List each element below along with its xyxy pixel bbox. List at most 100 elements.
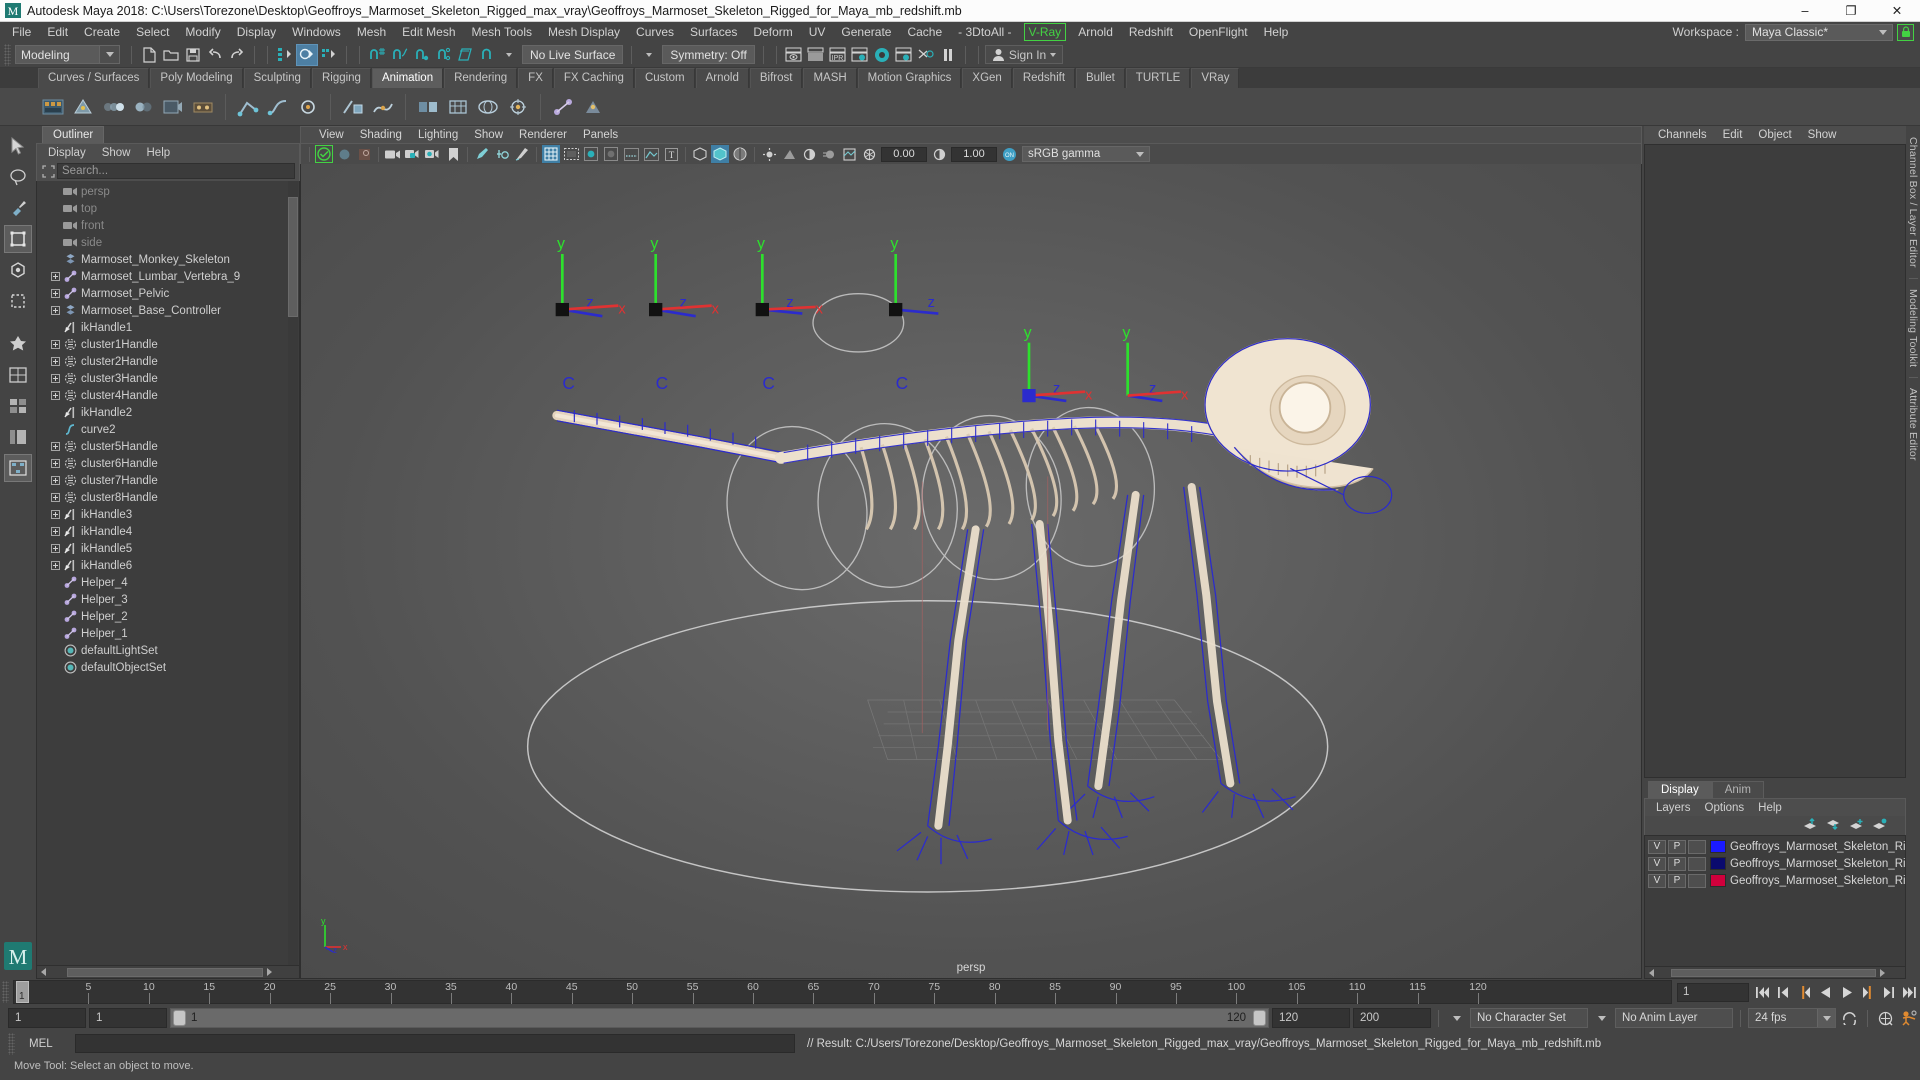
snap-to-view-planes-button[interactable] (454, 44, 476, 66)
wireframe-cube-icon[interactable] (691, 145, 709, 163)
outliner-item[interactable]: Helper_2 (37, 608, 299, 625)
character-set-field[interactable]: No Character Set (1470, 1008, 1588, 1028)
shelf-tab-xgen[interactable]: XGen (962, 68, 1012, 88)
render-setup-button[interactable] (893, 44, 915, 66)
channelbox-menu-edit[interactable]: Edit (1715, 128, 1751, 142)
outliner-hscroll-thumb[interactable] (67, 967, 263, 977)
outliner-tab[interactable]: Outliner (42, 126, 105, 143)
menu-modify[interactable]: Modify (177, 22, 228, 42)
minimize-button[interactable]: – (1782, 0, 1828, 21)
scroll-right-icon[interactable] (1876, 967, 1888, 978)
menu-arnold[interactable]: Arnold (1070, 22, 1121, 42)
gamma-value[interactable]: 1.00 (951, 146, 997, 162)
outliner-item[interactable]: cluster7Handle (37, 472, 299, 489)
side-tab-attribute-editor[interactable]: Attribute Editor (1907, 381, 1919, 468)
set-breakdown-key-icon[interactable] (71, 95, 95, 119)
last-tool-button[interactable] (4, 330, 32, 358)
selection-set-icon[interactable] (39, 163, 57, 179)
render-view-button[interactable] (783, 44, 805, 66)
expand-toggle-icon[interactable] (49, 525, 62, 538)
camera-settings-icon[interactable] (424, 145, 442, 163)
playblast-icon[interactable] (161, 95, 185, 119)
shadow-toggle-icon[interactable] (780, 145, 798, 163)
create-joint-icon[interactable] (551, 95, 575, 119)
script-language-label[interactable]: MEL (23, 1038, 71, 1050)
close-button[interactable]: ✕ (1874, 0, 1920, 21)
snap-to-point-button[interactable] (410, 44, 432, 66)
side-tab-modeling-toolkit[interactable]: Modeling Toolkit (1907, 282, 1919, 374)
outliner-search-input[interactable]: Search... (57, 163, 295, 179)
menu-select[interactable]: Select (128, 22, 177, 42)
layer-color-swatch[interactable] (1710, 857, 1726, 870)
outliner-menu-show[interactable]: Show (95, 146, 138, 160)
outliner-horizontal-scrollbar[interactable] (36, 966, 300, 979)
viewport-menu-renderer[interactable]: Renderer (511, 128, 575, 142)
snap-to-grid-button[interactable] (366, 44, 388, 66)
pause-render-button[interactable] (937, 44, 959, 66)
expand-toggle-icon[interactable] (49, 355, 62, 368)
undo-button[interactable] (204, 44, 226, 66)
select-by-component-button[interactable] (318, 44, 340, 66)
set-driven-key-icon[interactable] (341, 95, 365, 119)
shelf-tab-custom[interactable]: Custom (634, 68, 695, 88)
bake-animation-icon[interactable] (191, 95, 215, 119)
select-camera-icon[interactable] (315, 145, 333, 163)
layer-playback-toggle[interactable]: P (1668, 839, 1686, 854)
snap-to-projected-center-button[interactable] (432, 44, 454, 66)
gamma-icon[interactable] (930, 145, 948, 163)
menu-uv[interactable]: UV (801, 22, 834, 42)
previous-key-button[interactable] (1795, 983, 1814, 1002)
tab-display-layers[interactable]: Display (1648, 781, 1712, 798)
menu-create[interactable]: Create (76, 22, 128, 42)
shelf-tab-redshift[interactable]: Redshift (1012, 68, 1076, 88)
expand-toggle-icon[interactable] (49, 440, 62, 453)
auto-key-loop-button[interactable] (1840, 1009, 1859, 1028)
hypershade-button[interactable] (871, 44, 893, 66)
live-surface-field[interactable]: No Live Surface (522, 45, 624, 64)
expand-toggle-icon[interactable] (49, 474, 62, 487)
viewport-menu-lighting[interactable]: Lighting (410, 128, 466, 142)
hypergraph-layout-button[interactable] (4, 454, 32, 482)
side-tab-channel-box[interactable]: Channel Box / Layer Editor (1907, 130, 1919, 275)
layer-display-type-toggle[interactable] (1688, 856, 1706, 871)
outliner-item[interactable]: cluster1Handle (37, 336, 299, 353)
menu-display[interactable]: Display (229, 22, 284, 42)
expand-toggle-icon[interactable] (49, 559, 62, 572)
smooth-shade-cube-icon[interactable] (711, 145, 729, 163)
outliner-scroll-thumb[interactable] (288, 197, 298, 317)
shelf-tab-vray[interactable]: VRay (1191, 68, 1240, 88)
outliner-item[interactable]: Helper_1 (37, 625, 299, 642)
menu-generate[interactable]: Generate (833, 22, 899, 42)
ik-handle-tool-icon[interactable] (236, 95, 260, 119)
menu-cache[interactable]: Cache (899, 22, 950, 42)
workspace-lock-button[interactable] (1897, 23, 1914, 41)
shelf-tab-bullet[interactable]: Bullet (1076, 68, 1125, 88)
outliner-item[interactable]: top (37, 200, 299, 217)
menu-mesh-display[interactable]: Mesh Display (540, 22, 628, 42)
layer-visibility-toggle[interactable]: V (1648, 873, 1666, 888)
outliner-item[interactable]: ikHandle2 (37, 404, 299, 421)
layer-list-hscrollbar[interactable] (1644, 967, 1906, 979)
outliner-item[interactable]: ikHandle5 (37, 540, 299, 557)
menu-openflight[interactable]: OpenFlight (1181, 22, 1256, 42)
command-line-grip[interactable] (8, 1032, 15, 1055)
layer-row[interactable]: VP Geoffroys_Marmoset_Skeleton_Rigged_Co (1645, 838, 1905, 855)
scroll-left-icon[interactable] (37, 967, 49, 978)
step-back-button[interactable] (1774, 983, 1793, 1002)
outliner-item[interactable]: cluster5Handle (37, 438, 299, 455)
menuset-select[interactable]: Modeling (15, 45, 120, 64)
outliner-item[interactable]: cluster8Handle (37, 489, 299, 506)
move-layer-up-icon[interactable] (1803, 817, 1818, 834)
text-display-icon[interactable]: T (662, 145, 680, 163)
exposure-value[interactable]: 0.00 (881, 146, 927, 162)
outliner-item[interactable]: cluster3Handle (37, 370, 299, 387)
redo-button[interactable] (226, 44, 248, 66)
shelf-tab-curves-surfaces[interactable]: Curves / Surfaces (38, 68, 150, 88)
persp-viewport[interactable]: y z x C y z x C y z x C y z C y z x y z … (300, 164, 1642, 979)
select-by-hierarchy-button[interactable] (274, 44, 296, 66)
layer-color-swatch[interactable] (1710, 874, 1726, 887)
shelf-tab-motion-graphics[interactable]: Motion Graphics (857, 68, 962, 88)
layer-visibility-toggle[interactable]: V (1648, 856, 1666, 871)
move-tool-button[interactable] (4, 225, 32, 253)
paint-select-tool-button[interactable] (4, 194, 32, 222)
